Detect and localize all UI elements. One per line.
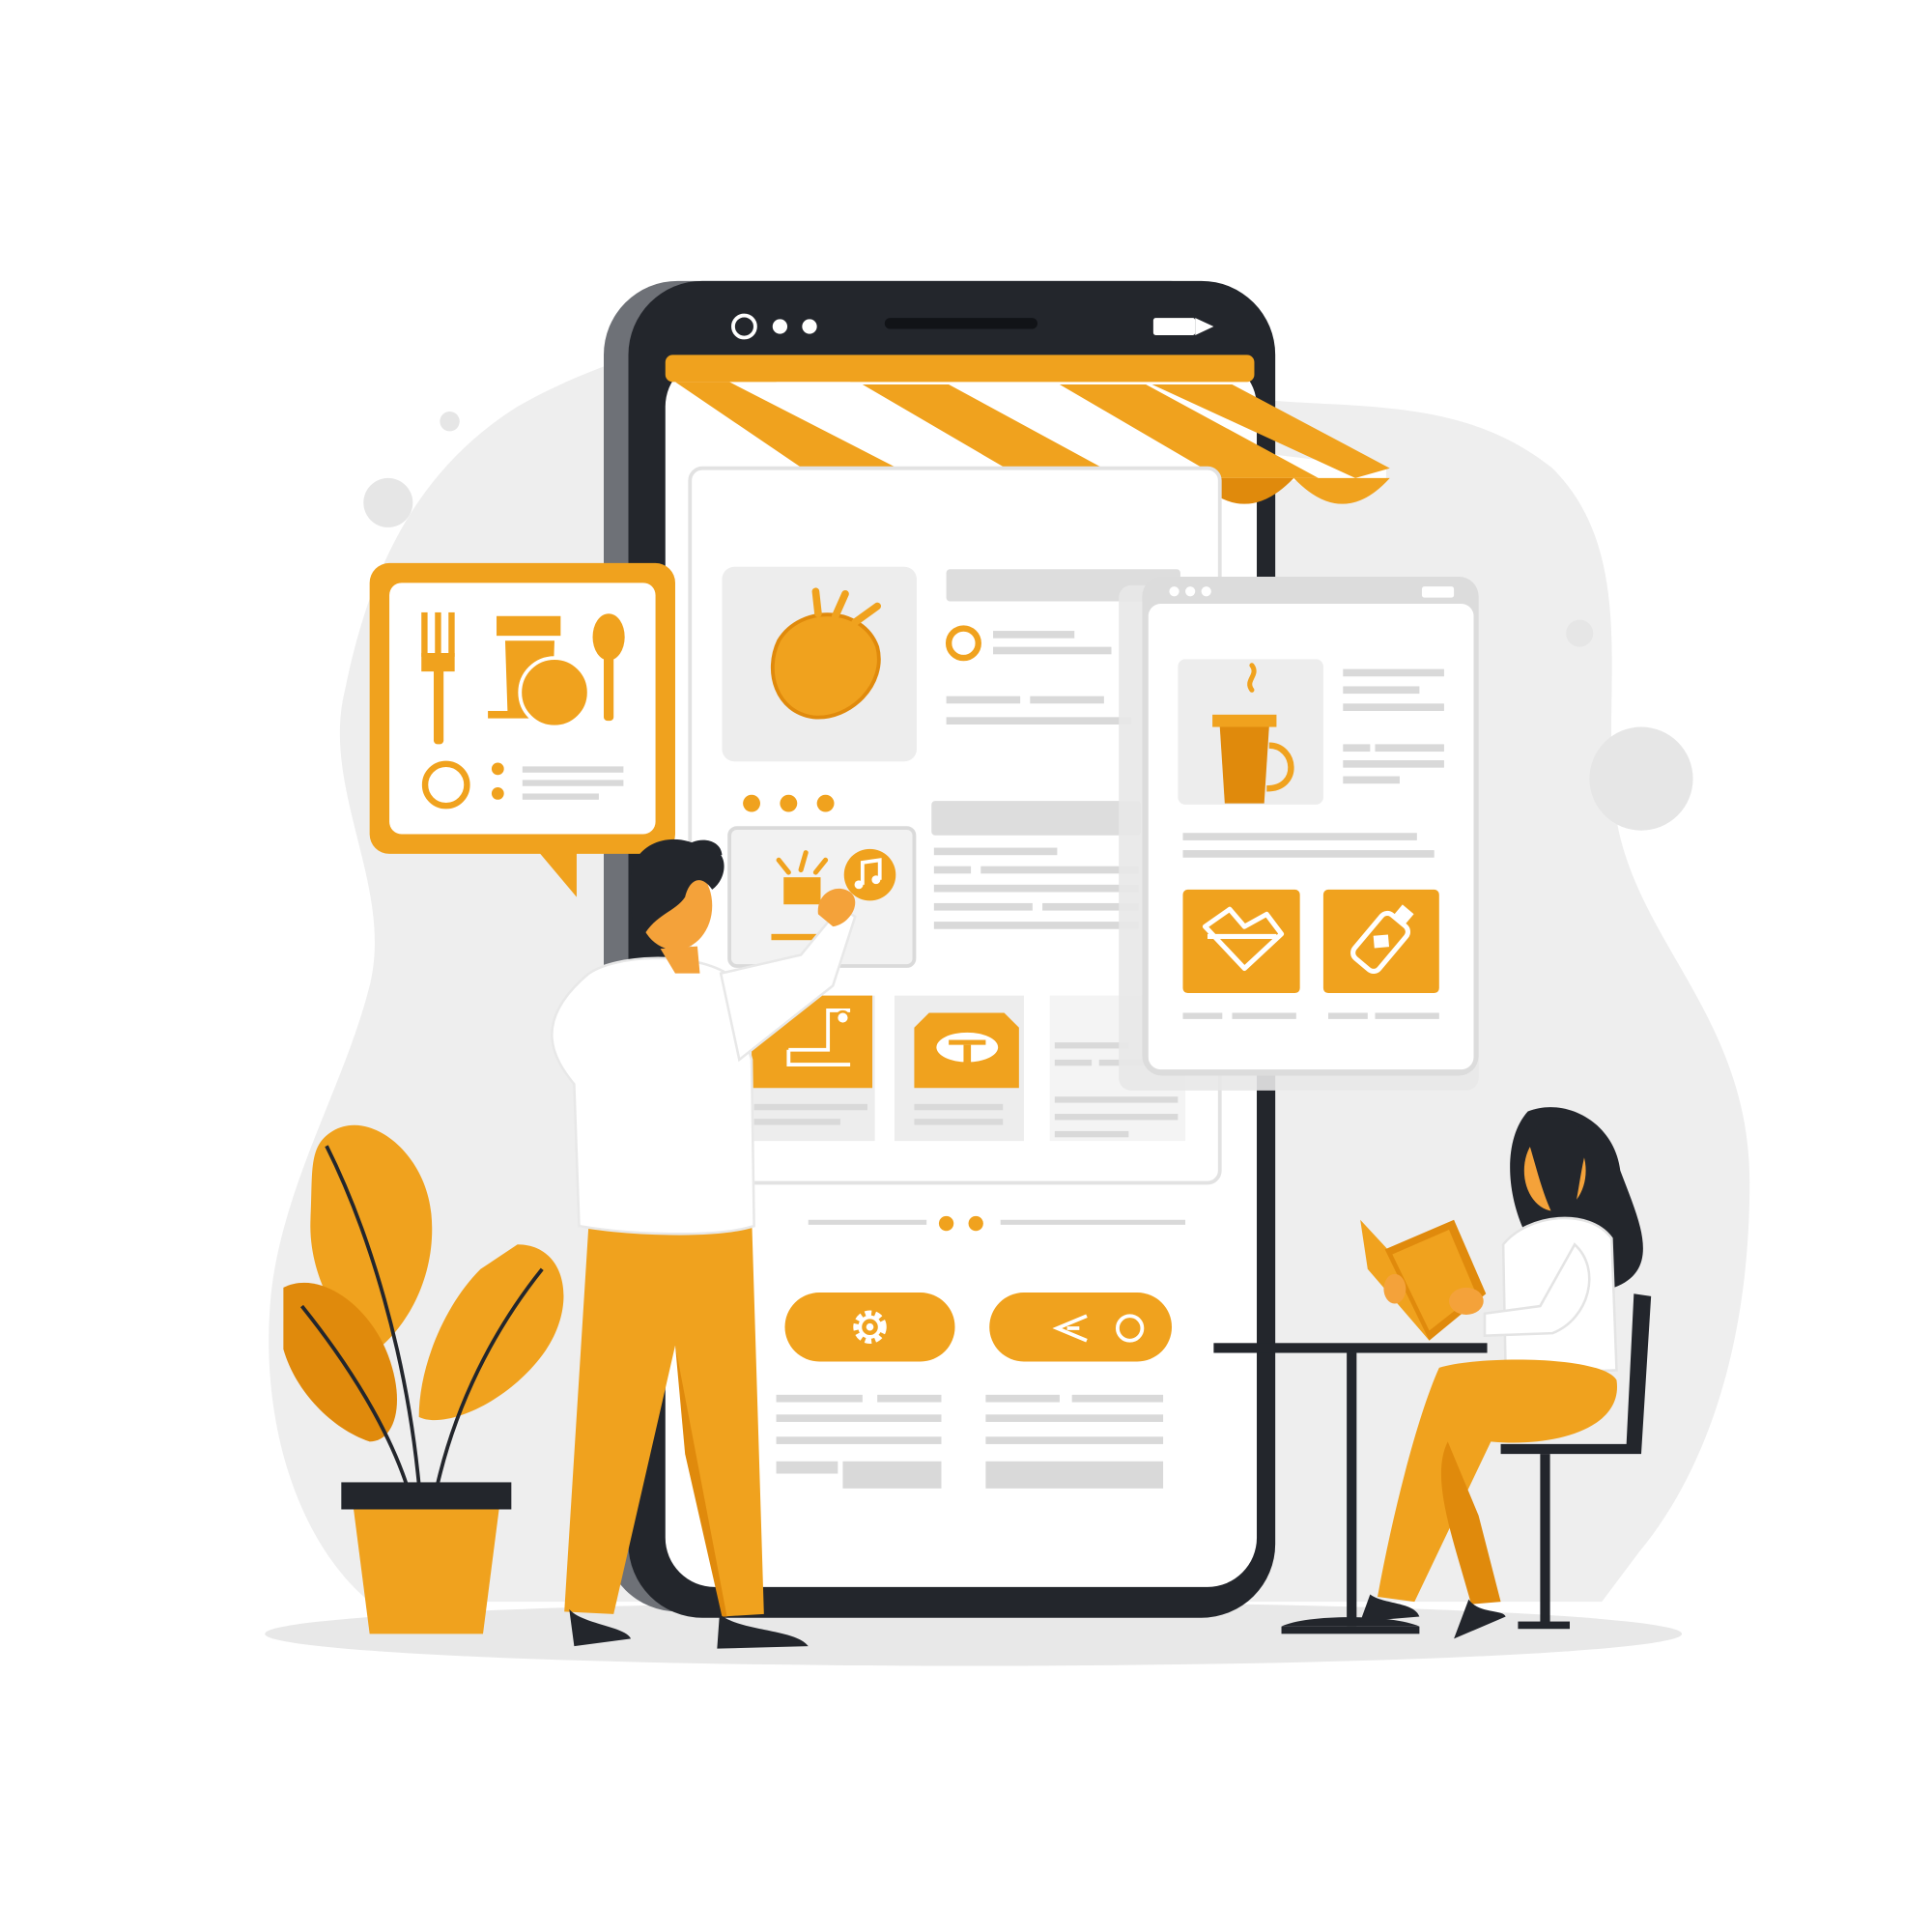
skeleton-line	[993, 631, 1075, 639]
storefront-app-illustration	[265, 280, 1750, 1666]
skeleton-line	[776, 1461, 838, 1474]
skeleton-line	[946, 717, 1131, 724]
skeleton-line	[808, 1219, 927, 1225]
window-dot-icon	[1169, 586, 1179, 597]
product-tile-2[interactable]	[895, 995, 1024, 1142]
plate-icon	[518, 656, 591, 729]
skeleton-line	[985, 1436, 1164, 1444]
status-dot-icon	[772, 319, 788, 334]
skeleton-line	[1182, 833, 1417, 840]
skeleton-line	[933, 884, 1139, 893]
skeleton-line	[1343, 776, 1400, 784]
deco-dot-2	[363, 477, 413, 527]
featured-item-card[interactable]	[722, 566, 917, 762]
deco-dot-3	[1566, 619, 1594, 647]
window-dot-icon	[1185, 586, 1196, 597]
skeleton-line	[522, 793, 599, 800]
skeleton-line	[985, 1414, 1164, 1422]
skeleton-line	[985, 1394, 1060, 1403]
skeleton-line	[980, 866, 1139, 874]
skeleton-line	[1343, 668, 1444, 677]
skeleton-line	[522, 766, 624, 773]
skeleton-line	[1343, 759, 1444, 768]
share-button[interactable]	[989, 1293, 1173, 1362]
speaker-slot	[884, 318, 1037, 329]
bullet-dot	[491, 787, 504, 800]
skeleton-line	[522, 780, 624, 786]
pager-dot[interactable]	[968, 1215, 983, 1232]
skeleton-line	[1343, 686, 1420, 695]
skeleton-line	[1000, 1219, 1186, 1225]
skeleton-line	[933, 847, 1058, 856]
battery-icon	[1421, 586, 1455, 598]
gear-icon	[853, 1310, 887, 1344]
settings-button[interactable]	[784, 1293, 955, 1362]
skeleton-line	[1343, 744, 1371, 753]
menu-card[interactable]	[369, 562, 675, 897]
skeleton-line	[933, 922, 1139, 929]
skeleton-line	[946, 696, 1021, 704]
deco-dot-1	[440, 412, 460, 432]
skeleton-line	[776, 1394, 863, 1403]
skeleton-line	[842, 1461, 942, 1489]
skeleton-line	[1071, 1394, 1164, 1403]
deco-dot-4	[1589, 726, 1693, 831]
skeleton-line	[877, 1394, 942, 1403]
skeleton-line	[1343, 703, 1444, 711]
skeleton-line	[933, 866, 972, 874]
music-note-icon[interactable]	[843, 848, 896, 901]
skeleton-line	[931, 801, 1142, 836]
product-detail-panel[interactable]	[1119, 576, 1479, 1091]
window-dot-icon	[1201, 586, 1211, 597]
skeleton-line	[933, 902, 1033, 911]
skeleton-line	[776, 1414, 942, 1422]
skeleton-line	[985, 1461, 1164, 1489]
bullet-dot	[491, 762, 504, 776]
tray-item-icon	[936, 1032, 999, 1063]
status-dot-icon	[802, 319, 817, 334]
pager-dot[interactable]	[938, 1215, 954, 1232]
skeleton-line	[1182, 850, 1435, 858]
skeleton-line	[1375, 744, 1444, 753]
carousel-dot[interactable]	[743, 794, 760, 812]
carousel-dot[interactable]	[780, 794, 798, 812]
carousel-dot[interactable]	[816, 794, 835, 812]
skeleton-line	[776, 1436, 942, 1444]
skeleton-line	[993, 646, 1112, 655]
skeleton-line	[1030, 696, 1104, 704]
